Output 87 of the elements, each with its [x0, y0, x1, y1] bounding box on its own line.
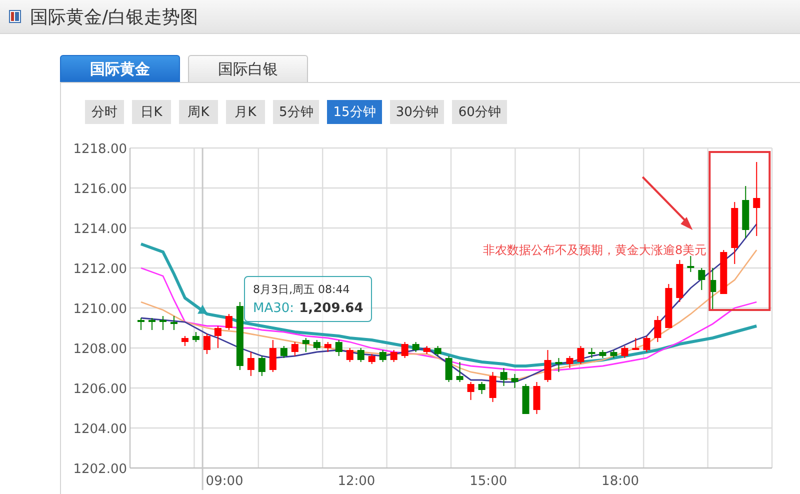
- candlestick: [676, 260, 684, 302]
- period-button[interactable]: 15分钟: [327, 100, 382, 124]
- axis-label: 12:00: [338, 474, 376, 489]
- candlestick: [500, 368, 508, 386]
- market-tab[interactable]: 国际黄金: [60, 55, 180, 82]
- axis-label: 1218.00: [73, 142, 127, 157]
- candlestick: [588, 348, 596, 358]
- candlestick: [489, 372, 496, 402]
- candlestick: [423, 346, 430, 354]
- candlestick: [456, 362, 464, 382]
- axis-label: 1216.00: [73, 182, 127, 197]
- candlestick: [225, 314, 232, 330]
- candlestick: [687, 256, 694, 272]
- candlestick: [236, 302, 244, 370]
- candlestick: [192, 332, 200, 342]
- candlestick: [346, 348, 354, 362]
- candlestick: [599, 350, 606, 358]
- candlestick: [577, 346, 584, 364]
- axis-label: 15:00: [470, 474, 508, 489]
- period-button[interactable]: 60分钟: [452, 100, 507, 124]
- candlestick: [731, 202, 738, 264]
- candlestick: [555, 358, 562, 372]
- period-button[interactable]: 月K: [226, 100, 265, 124]
- annotation-text: 非农数据公布不及预期，黄金大涨逾8美元: [483, 243, 707, 257]
- candlestick: [379, 350, 386, 362]
- tooltip-date: 8月3日,周五 08:44: [253, 282, 351, 297]
- series-value: 1,209.64: [299, 301, 364, 316]
- candlestick: [665, 284, 672, 328]
- candlestick: [368, 354, 376, 364]
- axis-label: 1208.00: [73, 342, 127, 357]
- candlestick: [335, 340, 342, 356]
- candlestick: [170, 316, 178, 330]
- candlestick: [247, 352, 254, 376]
- candlestick: [654, 316, 662, 342]
- series-label: MA30:: [253, 301, 294, 316]
- candlestick: [390, 350, 398, 362]
- window-title: 国际黄金/白银走势图: [30, 6, 198, 28]
- candlestick: [511, 374, 518, 388]
- candlestick: [445, 356, 452, 382]
- candlestick: [280, 346, 288, 358]
- axis-label: 1214.00: [73, 222, 127, 237]
- candlestick: [632, 338, 640, 350]
- axis-label: 1202.00: [73, 462, 127, 477]
- candlestick: [269, 340, 276, 372]
- book-icon: [9, 10, 21, 23]
- candlestick: [302, 338, 310, 352]
- candlestick: [467, 382, 474, 400]
- candlestick: [148, 318, 156, 330]
- period-button[interactable]: 5分钟: [273, 100, 320, 124]
- period-button[interactable]: 分时: [85, 100, 124, 124]
- market-tab[interactable]: 国际白银: [188, 55, 308, 82]
- candlestick: [566, 356, 574, 368]
- period-button[interactable]: 30分钟: [390, 100, 444, 124]
- candlestick: [610, 350, 618, 358]
- candlestick: [544, 350, 552, 382]
- candlestick: [434, 346, 442, 356]
- candlestick: [138, 318, 144, 330]
- axis-label: 1212.00: [73, 262, 127, 277]
- arrow: [642, 176, 693, 230]
- candlestick: [412, 342, 420, 352]
- candlestick: [291, 342, 298, 356]
- axis-label: 1206.00: [73, 382, 127, 397]
- candlestick: [643, 336, 650, 352]
- point-marker: [198, 304, 208, 314]
- candlestick: [478, 382, 486, 394]
- axis-label: 1204.00: [73, 422, 127, 437]
- candlestick: [357, 348, 364, 362]
- candlestick: [181, 336, 188, 346]
- candlestick: [742, 186, 750, 238]
- candlestick: [720, 250, 728, 294]
- candlestick: [522, 384, 530, 414]
- period-button[interactable]: 日K: [132, 100, 171, 124]
- period-button[interactable]: 周K: [179, 100, 218, 124]
- candlestick: [621, 346, 628, 358]
- candlestick: [313, 340, 320, 350]
- candlestick: [203, 334, 210, 354]
- axis-label: 18:00: [602, 474, 640, 489]
- candlestick: [258, 356, 266, 376]
- candlestick: [401, 342, 408, 358]
- candlestick: [159, 316, 166, 330]
- candlestick: [709, 268, 716, 310]
- axis-label: 09:00: [206, 474, 244, 489]
- candlestick: [324, 342, 332, 352]
- candlestick: [533, 382, 540, 414]
- axis-label: 1210.00: [73, 302, 127, 317]
- candlestick: [698, 268, 706, 290]
- candlestick: [214, 326, 222, 348]
